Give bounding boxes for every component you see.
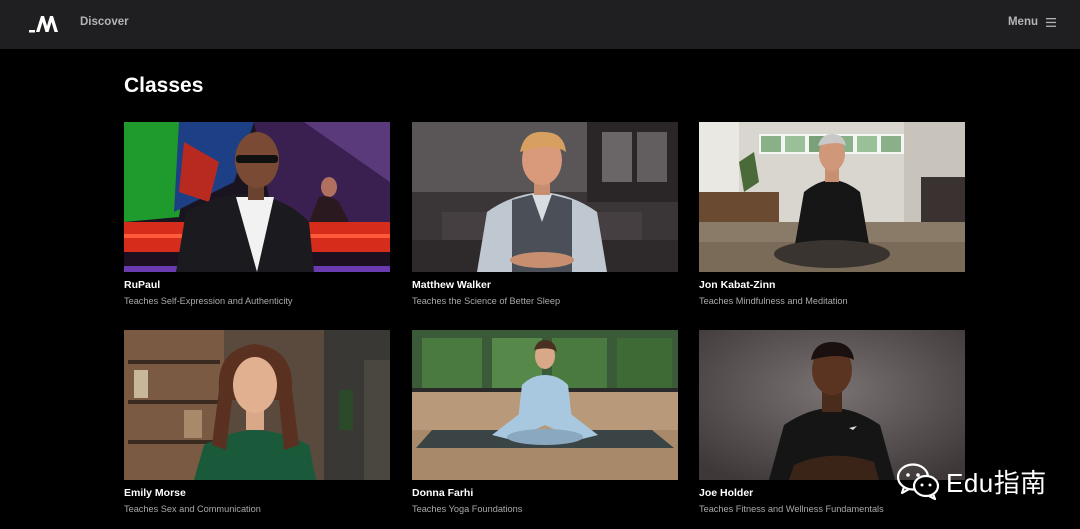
class-thumbnail[interactable] (412, 122, 678, 272)
masterclass-logo-icon[interactable] (29, 14, 59, 34)
class-subtitle: Teaches Fitness and Wellness Fundamental… (699, 504, 884, 514)
class-subtitle: Teaches Self-Expression and Authenticity (124, 296, 293, 306)
class-thumbnail[interactable] (124, 330, 390, 480)
class-card-matthew-walker[interactable]: Matthew Walker Teaches the Science of Be… (412, 122, 678, 307)
class-subtitle: Teaches Yoga Foundations (412, 504, 523, 514)
watermark: Edu指南 (896, 458, 1047, 504)
class-card-jon-kabat-zinn[interactable]: Jon Kabat-Zinn Teaches Mindfulness and M… (699, 122, 965, 307)
top-navigation-bar: Discover Menu (0, 0, 1080, 49)
class-card-rupaul[interactable]: RuPaul Teaches Self-Expression and Authe… (124, 122, 390, 307)
instructor-name: Donna Farhi (412, 487, 474, 499)
hamburger-menu-icon (1046, 17, 1056, 27)
instructor-name: Emily Morse (124, 487, 186, 499)
watermark-text: Edu指南 (946, 467, 1047, 498)
instructor-name: Matthew Walker (412, 279, 491, 291)
class-card-emily-morse[interactable]: Emily Morse Teaches Sex and Communicatio… (124, 330, 390, 515)
class-subtitle: Teaches Sex and Communication (124, 504, 261, 514)
class-thumbnail[interactable] (412, 330, 678, 480)
instructor-name: RuPaul (124, 279, 161, 291)
class-subtitle: Teaches Mindfulness and Meditation (699, 296, 848, 306)
class-thumbnail[interactable] (699, 122, 965, 272)
menu-label: Menu (1007, 16, 1038, 28)
wechat-icon (896, 463, 940, 501)
nav-discover-link[interactable]: Discover (80, 16, 129, 28)
class-card-donna-farhi[interactable]: Donna Farhi Teaches Yoga Foundations (412, 330, 678, 515)
class-subtitle: Teaches the Science of Better Sleep (412, 296, 561, 306)
class-thumbnail[interactable] (124, 122, 390, 272)
menu-button[interactable]: Menu (1008, 16, 1056, 28)
page-title: Classes (124, 74, 204, 97)
instructor-name: Jon Kabat-Zinn (699, 279, 776, 291)
